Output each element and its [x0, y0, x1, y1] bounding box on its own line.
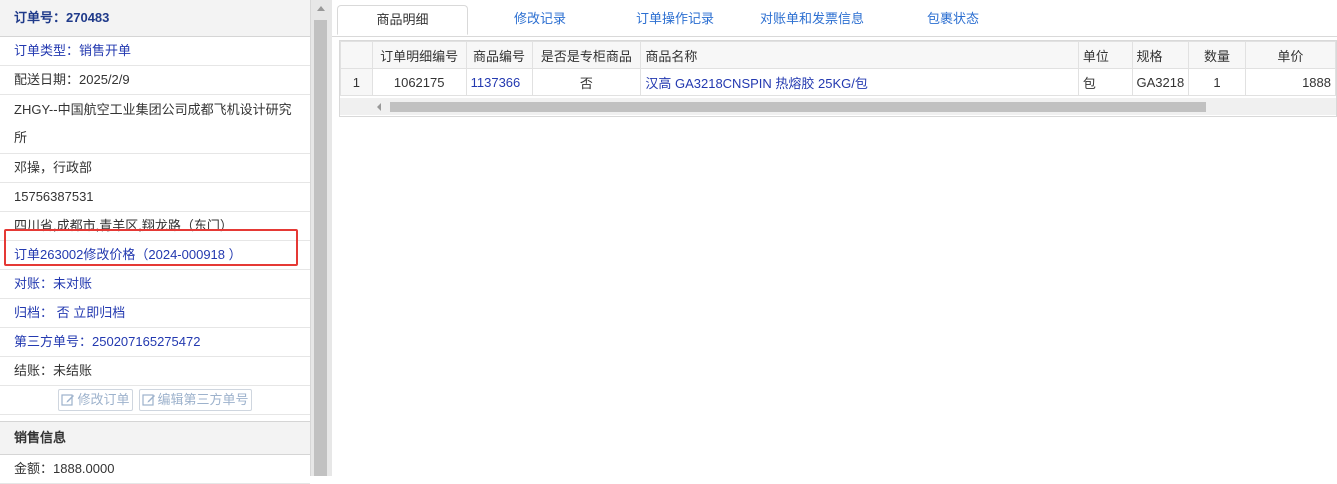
archive-status[interactable]: 归档： 否 立即归档: [0, 299, 310, 328]
horizontal-scrollbar-thumb[interactable]: [390, 102, 1206, 112]
contact-person: 邓操，行政部: [0, 154, 310, 183]
cell-product-id-link[interactable]: 1137366: [465, 68, 533, 96]
tab-product-details[interactable]: 商品明细: [337, 5, 468, 35]
sales-amount: 金额：1888.0000: [0, 455, 310, 484]
left-panel-scrollbar[interactable]: [310, 0, 332, 476]
order-number-title: 订单号：270483: [0, 0, 310, 37]
cell-unit: 包: [1077, 68, 1133, 96]
col-header-detail-id[interactable]: 订单明细编号: [371, 41, 467, 69]
customer-name-line1: ZHGY--中国航空工业集团公司成都飞机设计研究: [14, 102, 292, 117]
cell-product-name-link[interactable]: 汉高 GA3218CNSPIN 热熔胶 25KG/包: [640, 68, 1079, 96]
col-header-quantity[interactable]: 数量: [1188, 41, 1246, 69]
customer-name-line2: 所: [14, 130, 28, 145]
cell-index: 1: [340, 68, 373, 96]
col-header-unit[interactable]: 单位: [1077, 41, 1133, 69]
col-header-index: [340, 41, 373, 69]
scrollbar-thumb[interactable]: [314, 20, 327, 476]
edit-third-party-label: 编辑第三方单号: [157, 392, 249, 407]
col-header-product-id[interactable]: 商品编号: [465, 41, 533, 69]
product-detail-grid: 订单明细编号 商品编号 是否是专柜商品 商品名称 单位 规格 数量 单价 1 1…: [339, 40, 1337, 117]
price-change-link[interactable]: 订单263002修改价格（2024-000918 ）: [0, 241, 310, 270]
tab-package-status[interactable]: 包裹状态: [908, 5, 998, 35]
tab-modify-records[interactable]: 修改记录: [492, 5, 588, 35]
cell-counter-product: 否: [531, 68, 642, 96]
edit-icon: [141, 394, 155, 406]
order-type: 订单类型：销售开单: [0, 37, 310, 66]
col-header-spec[interactable]: 规格: [1131, 41, 1190, 69]
tab-bar: 商品明细 修改记录 订单操作记录 对账单和发票信息 包裹状态: [332, 0, 1337, 37]
col-header-product-name[interactable]: 商品名称: [640, 41, 1079, 69]
edit-third-party-button[interactable]: 编辑第三方单号: [138, 389, 252, 411]
contact-phone: 15756387531: [0, 183, 310, 212]
cell-quantity: 1: [1188, 68, 1246, 96]
edit-order-label: 修改订单: [77, 392, 130, 407]
delivery-address: 四川省,成都市,青羊区,翔龙路（东门）: [0, 212, 310, 241]
tab-operation-records[interactable]: 订单操作记录: [620, 5, 730, 35]
edit-order-button[interactable]: 修改订单: [58, 389, 133, 411]
detail-panel: 商品明细 修改记录 订单操作记录 对账单和发票信息 包裹状态 订单明细编号 商品…: [332, 0, 1337, 476]
delivery-date: 配送日期：2025/2/9: [0, 66, 310, 95]
cell-detail-id: 1062175: [371, 68, 467, 96]
table-header-row: 订单明细编号 商品编号 是否是专柜商品 商品名称 单位 规格 数量 单价: [340, 41, 1336, 69]
tab-statement-invoice[interactable]: 对账单和发票信息: [750, 5, 874, 35]
order-info-panel: 订单号：270483 订单类型：销售开单 配送日期：2025/2/9 ZHGY-…: [0, 0, 311, 484]
col-header-counter-product[interactable]: 是否是专柜商品: [531, 41, 642, 69]
order-action-buttons: 修改订单 编辑第三方单号: [0, 386, 310, 415]
scroll-up-arrow-icon[interactable]: [317, 6, 325, 11]
cell-spec: GA3218: [1131, 68, 1190, 96]
customer-name: ZHGY--中国航空工业集团公司成都飞机设计研究 所: [0, 95, 310, 154]
col-header-unit-price[interactable]: 单价: [1244, 41, 1336, 69]
edit-icon: [61, 394, 75, 406]
settle-status: 结账：未结账: [0, 357, 310, 386]
product-table: 订单明细编号 商品编号 是否是专柜商品 商品名称 单位 规格 数量 单价 1 1…: [340, 41, 1336, 96]
table-row[interactable]: 1 1062175 1137366 否 汉高 GA3218CNSPIN 热熔胶 …: [340, 68, 1336, 96]
grid-horizontal-scrollbar[interactable]: [340, 98, 1336, 115]
third-party-order-number: 第三方单号：250207165275472: [0, 328, 310, 357]
sales-info-title: 销售信息: [0, 421, 310, 455]
reconcile-status: 对账：未对账: [0, 270, 310, 299]
scroll-left-arrow-icon[interactable]: [377, 103, 381, 111]
cell-unit-price: 1888: [1244, 68, 1336, 96]
